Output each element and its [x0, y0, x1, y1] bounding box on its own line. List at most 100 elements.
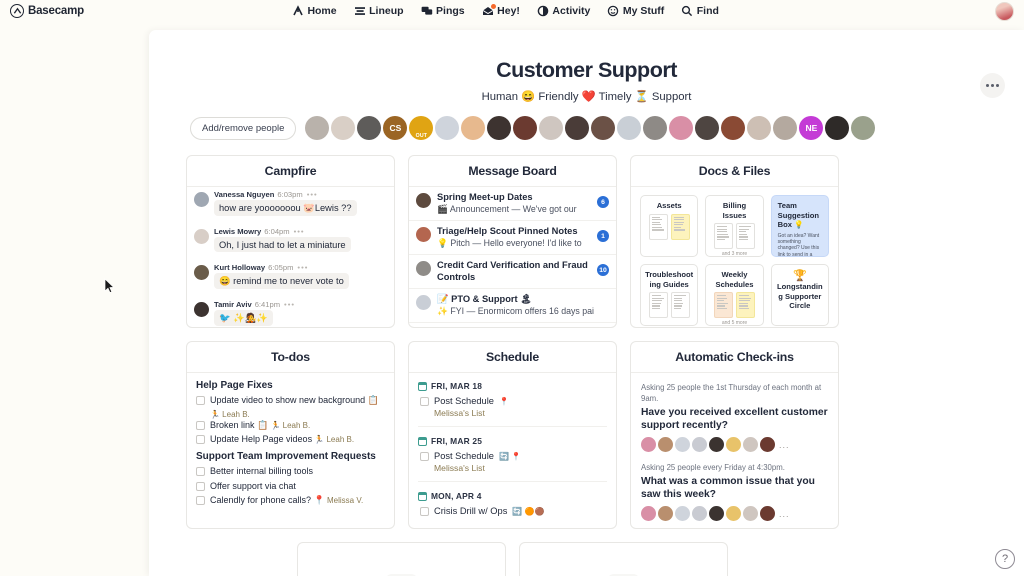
- checkin-respondent-avatar[interactable]: [709, 506, 724, 521]
- card-app-checks[interactable]: [297, 542, 506, 576]
- avatar-status-tag: OUT: [409, 133, 433, 139]
- help-button[interactable]: ?: [995, 549, 1015, 569]
- schedule-checkbox[interactable]: [420, 397, 429, 406]
- checkin-respondent-avatar[interactable]: [760, 437, 775, 452]
- card-automatic-checkins[interactable]: Automatic Check-ins Asking 25 people the…: [630, 341, 839, 529]
- doc-thumbnail: [714, 292, 733, 318]
- nav-item-pings[interactable]: Pings: [421, 5, 465, 17]
- todo-list: Help Page Fixes Update video to show new …: [187, 373, 394, 517]
- doc-tile[interactable]: 🏆 Longstanding Supporter Circle: [771, 264, 829, 326]
- nav-item-find[interactable]: Find: [681, 5, 719, 17]
- todo-checkbox[interactable]: [196, 396, 205, 405]
- card-app-sun[interactable]: [519, 542, 728, 576]
- checkin-respondent-avatar[interactable]: [743, 506, 758, 521]
- basecamp-logo[interactable]: Basecamp: [10, 4, 84, 18]
- checkin-respondent-avatar[interactable]: [726, 506, 741, 521]
- checkin-respondent-avatar[interactable]: [743, 437, 758, 452]
- nav-item-activity[interactable]: Activity: [537, 5, 590, 17]
- campfire-message-menu-icon[interactable]: •••: [284, 300, 295, 309]
- person-avatar[interactable]: [643, 116, 667, 140]
- checkin-respondent-avatar[interactable]: [658, 506, 673, 521]
- checkin-respondent-avatar[interactable]: [658, 437, 673, 452]
- checkin-more-indicator: ...: [779, 440, 790, 450]
- person-avatar[interactable]: [591, 116, 615, 140]
- message-board-avatar: [416, 295, 431, 310]
- checkin-respondent-avatar[interactable]: [675, 437, 690, 452]
- person-avatar[interactable]: [617, 116, 641, 140]
- person-avatar[interactable]: [565, 116, 589, 140]
- message-board-row[interactable]: Spring Meet-up Dates 🎬 Announcement — We'…: [409, 187, 616, 221]
- person-avatar[interactable]: [305, 116, 329, 140]
- person-avatar[interactable]: NE: [799, 116, 823, 140]
- campfire-message-menu-icon[interactable]: •••: [297, 263, 308, 272]
- person-avatar[interactable]: [721, 116, 745, 140]
- schedule-event-marks: 🔄 📍: [499, 452, 521, 461]
- todo-assignee: 🏃 Leah B.: [210, 410, 385, 420]
- tools-grid: Campfire Vanessa Nguyen 6:03pm ••• how are …: [186, 155, 1024, 529]
- card-campfire[interactable]: Campfire Vanessa Nguyen 6:03pm ••• how are …: [186, 155, 395, 328]
- todo-checkbox[interactable]: [196, 467, 205, 476]
- nav-item-lineup[interactable]: Lineup: [354, 5, 404, 17]
- message-board-row[interactable]: 📝 PTO & Support 🏝 ✨ FYI — Enormicom offer…: [409, 289, 616, 323]
- checkin-respondent-avatar[interactable]: [709, 437, 724, 452]
- person-avatar[interactable]: [331, 116, 355, 140]
- person-avatar[interactable]: [773, 116, 797, 140]
- schedule-item: Post Schedule 🔄 📍: [420, 451, 607, 461]
- todo-checkbox[interactable]: [196, 435, 205, 444]
- card-docs-files[interactable]: Docs & Files Assets Billing Issues and 3 m…: [630, 155, 839, 328]
- todo-checkbox[interactable]: [196, 421, 205, 430]
- checkin-respondent-avatar[interactable]: [675, 506, 690, 521]
- campfire-message-menu-icon[interactable]: •••: [294, 227, 305, 236]
- card-todos[interactable]: To-dos Help Page Fixes Update video to sh…: [186, 341, 395, 529]
- person-avatar[interactable]: [851, 116, 875, 140]
- person-avatar[interactable]: [513, 116, 537, 140]
- doc-thumbnails: [714, 223, 755, 249]
- person-avatar[interactable]: [747, 116, 771, 140]
- add-remove-people-button[interactable]: Add/remove people: [190, 117, 296, 140]
- nav-item-my-stuff[interactable]: My Stuff: [607, 5, 664, 17]
- message-board-row[interactable]: Triage/Help Scout Pinned Notes 💡 Pitch — …: [409, 221, 616, 255]
- person-avatar[interactable]: [487, 116, 511, 140]
- campfire-message-time: 6:03pm: [277, 190, 302, 199]
- project-more-menu-button[interactable]: [980, 73, 1005, 98]
- checkin-respondent-avatar[interactable]: [692, 506, 707, 521]
- person-avatar[interactable]: [539, 116, 563, 140]
- doc-tile[interactable]: Weekly Schedules and 5 more: [705, 264, 763, 326]
- person-avatar[interactable]: [435, 116, 459, 140]
- campfire-message-menu-icon[interactable]: •••: [307, 190, 318, 199]
- campfire-message-author: Tamir Aviv: [214, 300, 252, 309]
- schedule-entry: FRI, MAR 18 Post Schedule 📍 Melissa's List: [418, 381, 607, 427]
- person-avatar[interactable]: [669, 116, 693, 140]
- checkin-question: Asking 25 people every Friday at 4:30pm.…: [641, 462, 828, 521]
- project-panel: Customer Support Human 😄 Friendly ❤️ Tim…: [149, 30, 1024, 576]
- person-avatar[interactable]: [695, 116, 719, 140]
- nav-item-home[interactable]: Home: [292, 5, 337, 17]
- message-board-row[interactable]: Credit Card Verification and Fraud Contr…: [409, 255, 616, 289]
- todo-item-text: Broken link 📋 🏃 Leah B.: [210, 420, 310, 431]
- doc-tile[interactable]: Team Suggestion Box 💡 Got an idea? Want s…: [771, 195, 829, 257]
- doc-tile[interactable]: Troubleshooting Guides: [640, 264, 698, 326]
- message-board-row[interactable]: Monthly Support Overview❤️ Heartbeat — T…: [409, 323, 616, 327]
- checkin-respondent-avatar[interactable]: [641, 437, 656, 452]
- person-avatar[interactable]: [357, 116, 381, 140]
- todo-assignee: Melissa V.: [325, 496, 363, 505]
- schedule-checkbox[interactable]: [420, 452, 429, 461]
- card-message-board[interactable]: Message Board Spring Meet-up Dates 🎬 Anno…: [408, 155, 617, 328]
- todo-checkbox[interactable]: [196, 496, 205, 505]
- checkin-respondent-avatar[interactable]: [641, 506, 656, 521]
- todo-checkbox[interactable]: [196, 482, 205, 491]
- checkin-respondent-avatar[interactable]: [760, 506, 775, 521]
- person-avatar[interactable]: CS: [383, 116, 407, 140]
- doc-tile[interactable]: Assets: [640, 195, 698, 257]
- checkin-respondent-avatar[interactable]: [692, 437, 707, 452]
- person-avatar[interactable]: [461, 116, 485, 140]
- checkin-respondent-avatar[interactable]: [726, 437, 741, 452]
- person-avatar[interactable]: OUT: [409, 116, 433, 140]
- nav-label-lineup: Lineup: [369, 5, 403, 17]
- current-user-avatar[interactable]: [995, 2, 1014, 21]
- card-schedule[interactable]: Schedule FRI, MAR 18 Post Schedule 📍 Meliss…: [408, 341, 617, 529]
- nav-item-hey[interactable]: Hey!: [482, 5, 520, 17]
- person-avatar[interactable]: [825, 116, 849, 140]
- schedule-checkbox[interactable]: [420, 507, 429, 516]
- doc-tile[interactable]: Billing Issues and 3 more: [705, 195, 763, 257]
